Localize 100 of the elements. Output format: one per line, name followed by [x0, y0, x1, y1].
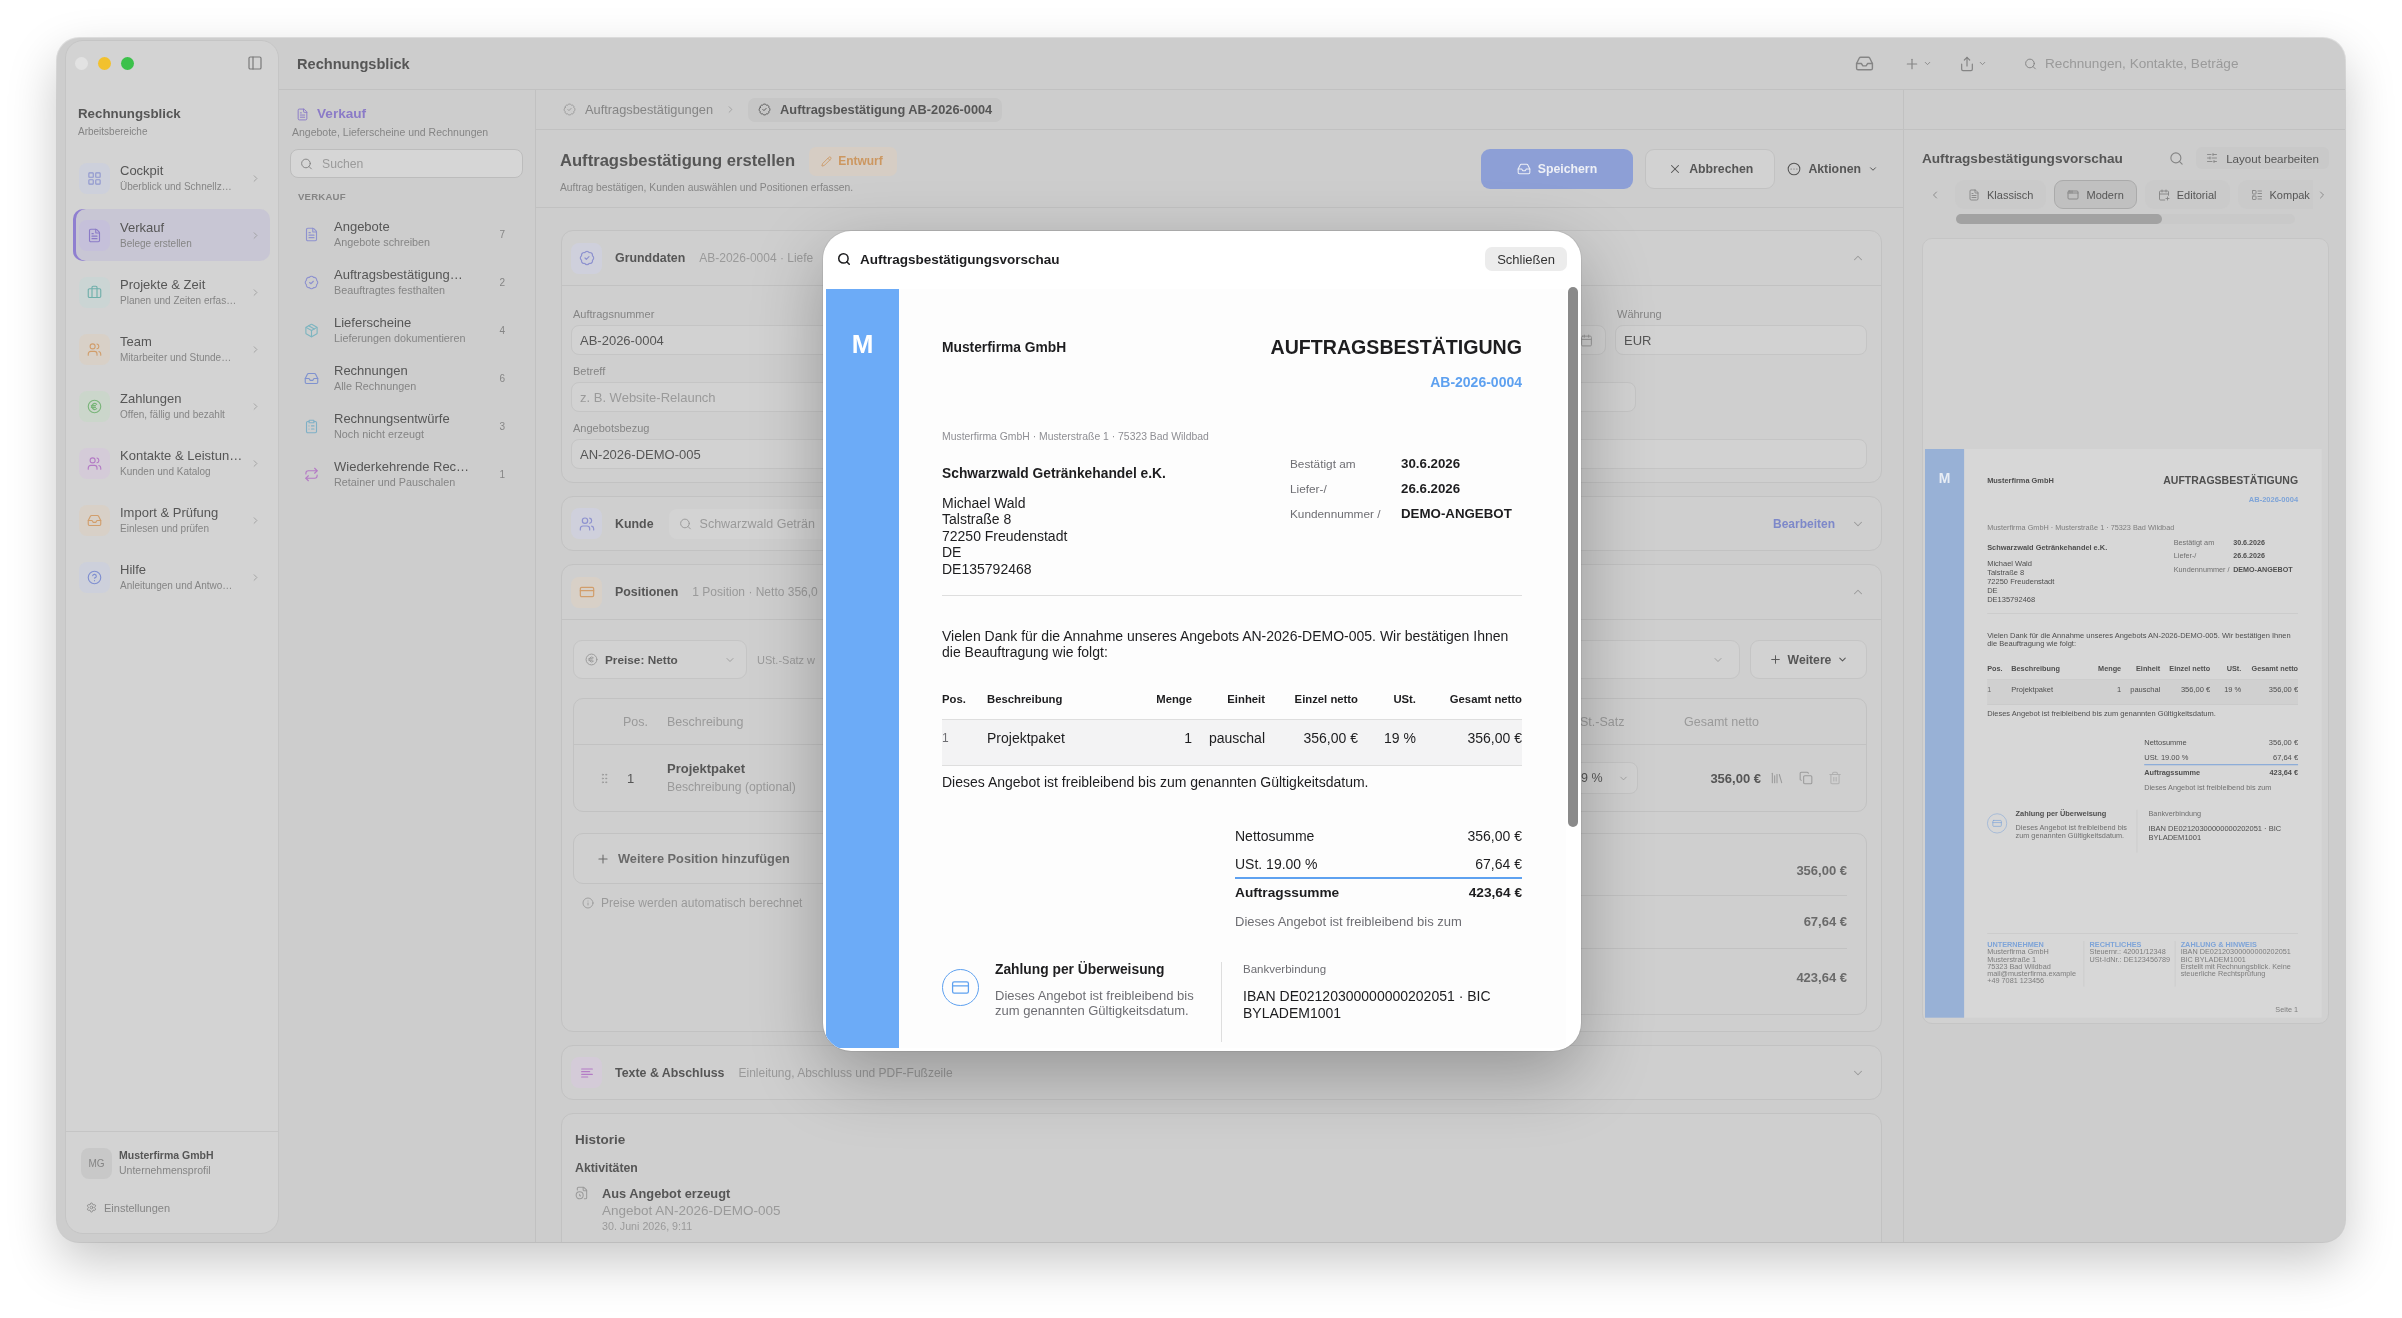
chevron-down-icon	[1978, 59, 1987, 68]
column-header: Beschreibung	[987, 692, 1063, 706]
list-item-title: Rechnungen	[334, 363, 408, 378]
window-minimize-button[interactable]	[98, 56, 111, 70]
settings-link[interactable]: Einstellungen	[86, 1200, 171, 1215]
profile-name: Musterfirma GmbH	[119, 1149, 214, 1162]
list-item-subtitle: Retainer und Pauschalen	[334, 476, 456, 489]
window-zoom-button[interactable]	[121, 56, 134, 70]
table-cell: 356,00 €	[1467, 730, 1522, 746]
total-value: 423,64 €	[1796, 971, 1847, 985]
scrollbar-thumb[interactable]	[1956, 214, 2162, 224]
sidebar-title: Rechnungsblick	[78, 106, 181, 122]
scrollbar-track[interactable]	[1956, 214, 2295, 224]
line-total: 356,00 €	[1710, 770, 1761, 786]
meta-value: 26.6.2026	[1401, 481, 1461, 496]
list-item[interactable]: Angebote Angebote schreiben 7	[290, 210, 523, 258]
chevron-right-icon	[250, 172, 261, 184]
search-icon	[2024, 57, 2037, 70]
document-title: AUFTRAGSBESTÄTIGUNG	[2163, 473, 2299, 487]
tray-icon	[79, 504, 110, 536]
sidebar-toggle-icon[interactable]	[247, 55, 263, 71]
column-header: Menge	[1156, 692, 1192, 706]
card-title: Positionen	[615, 585, 679, 599]
sidebar-item[interactable]: Team Mitarbeiter und Stunde…	[73, 323, 270, 375]
sliders-icon	[2206, 152, 2219, 164]
sidebar-item[interactable]: Cockpit Überblick und Schnellz…	[73, 152, 270, 204]
list-item-title: Angebote	[334, 219, 390, 234]
settings-icon	[86, 1202, 97, 1213]
sidebar-item[interactable]: Import & Prüfung Einlesen und prüfen	[73, 494, 270, 546]
sidebar-item[interactable]: Verkauf Belege erstellen	[73, 209, 270, 261]
layout-button[interactable]: Layout bearbeiten	[2196, 147, 2329, 169]
help-icon	[79, 561, 110, 593]
sender-line: Musterfirma GmbH · Musterstraße 1 · 75323 Bad Wildbad	[942, 430, 1209, 443]
sidebar-item[interactable]: Zahlungen Offen, fällig und bezahlt	[73, 380, 270, 432]
list-item[interactable]: Rechnungen Alle Rechnungen 6	[290, 354, 523, 402]
chevron-right-icon	[250, 229, 261, 241]
list-item[interactable]: Lieferscheine Lieferungen dokumentieren 4	[290, 306, 523, 354]
totals-note: Dieses Angebot ist freibleibend bis zum	[1235, 914, 1462, 929]
intro-text: Vielen Dank für die Annahme unseres Angebots AN-2026-DEMO-005. Wir bestätigen Ihnen die Beauftragung wie folgt:	[942, 628, 1510, 660]
bank-label: Bankverbindung	[1243, 962, 1327, 976]
position-number: 1	[627, 770, 635, 786]
sidebar-subtitle: Arbeitsbereiche	[78, 126, 148, 138]
sidebar-item-title: Cockpit	[120, 163, 164, 179]
field-label: Auftragsnummer	[573, 308, 655, 320]
calendar-plus-icon	[2157, 188, 2170, 201]
total-value: 67,64 €	[1475, 855, 1522, 872]
list-item[interactable]: Auftragsbestätigung… Beauftragtes festhalten 2	[290, 258, 523, 306]
item-count: 6	[499, 372, 505, 384]
total-label: Nettosumme	[1235, 827, 1315, 844]
actions-button[interactable]: Aktionen	[1787, 148, 1880, 189]
column-header: USt.	[1393, 692, 1416, 706]
sidebar-item-subtitle: Planen und Zeiten erfas…	[120, 294, 237, 307]
address-line: 72250 Freudenstadt	[942, 527, 1068, 544]
list-item-title: Auftragsbestätigung…	[334, 267, 463, 282]
sidebar-item[interactable]: Projekte & Zeit Planen und Zeiten erfas…	[73, 266, 270, 318]
search-icon[interactable]	[2169, 150, 2185, 166]
total-label: Auftragssumme	[1235, 884, 1340, 900]
box-icon	[304, 322, 319, 338]
sidebar-item-title: Import & Prüfung	[120, 505, 219, 521]
template-tab[interactable]: Modern	[2054, 180, 2137, 209]
breadcrumb-item[interactable]: Auftragsbestätigung AB-2026-0004	[748, 97, 1003, 122]
card-subtitle: Aktivitäten	[575, 1161, 638, 1175]
close-button[interactable]: Schließen	[1485, 247, 1567, 271]
table-cell: 19 %	[1384, 730, 1416, 746]
badge-check-icon	[304, 274, 319, 290]
chevron-right-icon	[250, 400, 261, 412]
text-field[interactable]: EUR	[1615, 325, 1867, 355]
column-header: Einzel netto	[1294, 692, 1358, 706]
euro-icon	[585, 653, 598, 666]
badge-check-icon	[571, 242, 602, 274]
trash-icon[interactable]	[1828, 771, 1842, 785]
item-count: 3	[499, 420, 505, 432]
sidebar-item-subtitle: Überblick und Schnellz…	[120, 180, 232, 193]
copy-icon[interactable]	[1799, 771, 1813, 785]
list-item-subtitle: Noch nicht erzeugt	[334, 428, 425, 441]
scrollbar-thumb[interactable]	[1568, 287, 1578, 827]
briefcase-icon	[79, 276, 110, 308]
field-label: Angebotsbezug	[573, 422, 650, 434]
cancel-button[interactable]: Abbrechen	[1645, 148, 1776, 189]
tray-icon	[1516, 161, 1531, 176]
table-cell: 356,00 €	[1303, 730, 1358, 746]
list-item[interactable]: Rechnungsentwürfe Noch nicht erzeugt 3	[290, 402, 523, 450]
search-icon	[300, 157, 313, 170]
price-mode-select[interactable]: Preise: Netto	[573, 640, 747, 679]
sidebar-item-title: Team	[120, 334, 152, 350]
search-field[interactable]: Suchen	[290, 149, 523, 178]
chevron-right-icon	[250, 286, 261, 298]
sidebar-item[interactable]: Kontakte & Leistun… Kunden und Katalog	[73, 437, 270, 489]
sidebar-item[interactable]: Hilfe Anleitungen und Antwo…	[73, 551, 270, 603]
list-item[interactable]: Wiederkehrende Rec… Retainer und Pauschalen 1	[290, 450, 523, 498]
address-line: Michael Wald	[942, 494, 1026, 511]
app-title: Rechnungsblick	[297, 55, 410, 72]
books-icon[interactable]	[1770, 771, 1784, 785]
more-button[interactable]: Weitere	[1750, 640, 1867, 679]
document-icon	[1968, 188, 1980, 201]
chevron-right-icon	[250, 571, 261, 583]
payment-title: Zahlung per Überweisung	[995, 962, 1165, 978]
pencil-icon	[821, 155, 833, 167]
column-header: Einheit	[1227, 692, 1265, 706]
card-title: Kunde	[615, 516, 654, 531]
